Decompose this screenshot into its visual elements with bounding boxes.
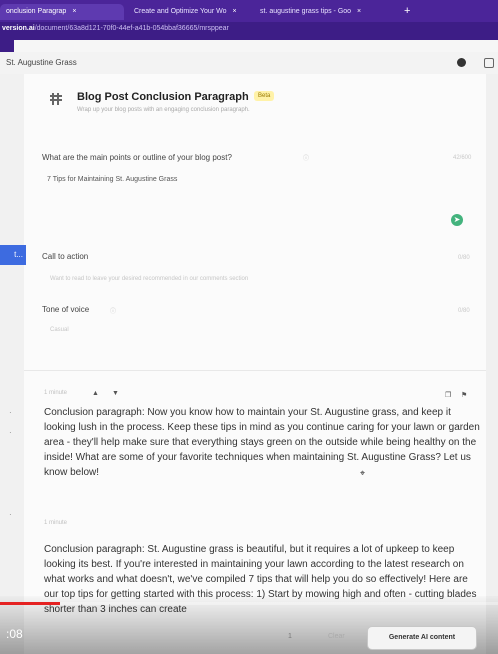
tone-char-count: 0/80 bbox=[458, 308, 470, 314]
tab-label: onclusion Paragrap bbox=[6, 8, 67, 15]
cta-input[interactable]: Want to read to leave your desired recom… bbox=[50, 276, 248, 282]
cta-char-count: 0/80 bbox=[458, 255, 470, 261]
divider bbox=[24, 370, 486, 371]
tone-label: Tone of voice bbox=[42, 305, 90, 314]
cta-label: Call to action bbox=[42, 252, 89, 261]
outline-label: What are the main points or outline of y… bbox=[42, 153, 232, 162]
document-header: St. Augustine Grass bbox=[0, 52, 498, 75]
thumbs-down-icon[interactable]: ▼ bbox=[112, 390, 119, 397]
window-icon[interactable] bbox=[484, 58, 494, 68]
address-bar[interactable]: version.ai/document/63a8d121-70f0-44ef-a… bbox=[0, 22, 498, 40]
left-rail-button[interactable]: t... bbox=[0, 245, 26, 265]
rail-mark: · bbox=[9, 408, 12, 417]
send-icon[interactable]: ➤ bbox=[451, 214, 463, 226]
info-icon[interactable]: ⓘ bbox=[110, 306, 116, 315]
beta-badge: Beta bbox=[254, 91, 275, 101]
tab-create-optimize[interactable]: Create and Optimize Your Wo × bbox=[128, 4, 252, 20]
output-count: 1 bbox=[288, 633, 292, 640]
pin-icon[interactable]: ⚑ bbox=[461, 391, 467, 399]
close-icon[interactable]: × bbox=[72, 8, 76, 15]
tab-google-search[interactable]: st. augustine grass tips - Goo × bbox=[254, 4, 396, 20]
generate-ai-content-button[interactable]: Generate AI content bbox=[367, 626, 477, 650]
eye-icon[interactable] bbox=[457, 58, 466, 67]
close-icon[interactable]: × bbox=[232, 8, 236, 15]
output-timestamp: 1 minute bbox=[44, 520, 68, 526]
output-text: Conclusion paragraph: Now you know how t… bbox=[44, 407, 480, 478]
tab-label: Create and Optimize Your Wo bbox=[134, 8, 227, 15]
template-icon bbox=[50, 93, 62, 105]
thumbs-up-icon[interactable]: ▲ bbox=[92, 390, 99, 397]
new-tab-icon[interactable]: + bbox=[404, 4, 410, 18]
close-icon[interactable]: × bbox=[357, 8, 361, 15]
video-progress-track[interactable] bbox=[0, 602, 498, 605]
right-rail bbox=[486, 74, 498, 654]
clear-button[interactable]: Clear bbox=[328, 633, 345, 640]
tab-label: st. augustine grass tips - Goo bbox=[260, 8, 352, 15]
template-title: Blog Post Conclusion Paragraph bbox=[77, 91, 249, 103]
outline-input[interactable]: 7 Tips for Maintaining St. Augustine Gra… bbox=[47, 176, 177, 183]
rail-mark: · bbox=[9, 510, 12, 519]
outline-char-count: 42/600 bbox=[453, 155, 472, 161]
cursor-icon: ⌖ bbox=[360, 468, 366, 478]
copy-icon[interactable]: ❐ bbox=[445, 391, 451, 399]
tone-input[interactable]: Casual bbox=[50, 327, 69, 333]
tab-conclusion-paragraph[interactable]: onclusion Paragrap × bbox=[0, 4, 124, 20]
info-icon[interactable]: ⓘ bbox=[303, 153, 309, 162]
breadcrumb: St. Augustine Grass bbox=[6, 58, 77, 67]
left-rail bbox=[0, 74, 24, 654]
rail-mark: · bbox=[9, 428, 12, 437]
url-text: version.ai/document/63a8d121-70f0-44ef-a… bbox=[2, 25, 229, 32]
output-timestamp: 1 minute bbox=[44, 390, 68, 396]
browser-tab-bar: onclusion Paragrap × Create and Optimize … bbox=[0, 0, 498, 22]
template-description: Wrap up your blog posts with an engaging… bbox=[77, 107, 250, 113]
video-timer: :08 bbox=[6, 627, 23, 641]
video-progress-fill bbox=[0, 602, 60, 605]
